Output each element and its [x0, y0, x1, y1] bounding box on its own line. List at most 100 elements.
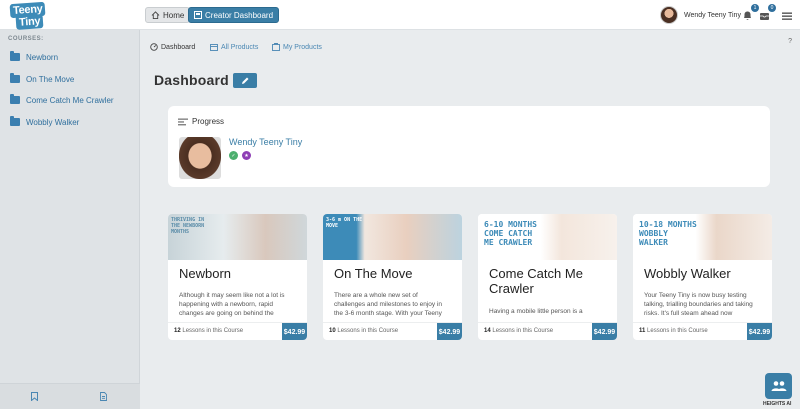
- edit-dashboard-button[interactable]: [233, 73, 257, 88]
- sidebar-item-label: Come Catch Me Crawler: [26, 95, 114, 105]
- lesson-count-number: 11: [639, 328, 646, 334]
- notifications-bell[interactable]: 1: [742, 4, 759, 20]
- course-image: THRIVING IN THE NEWBORN MONTHS: [168, 214, 307, 260]
- course-image-tag: 6-10 MONTHS COME CATCH ME CRAWLER: [484, 220, 537, 247]
- heights-ai-chat-button[interactable]: [765, 373, 792, 399]
- progress-title: Progress: [192, 117, 225, 126]
- course-title[interactable]: Wobbly Walker: [644, 266, 768, 281]
- course-footer: 14 Lessons in this Course $42.99: [478, 322, 617, 340]
- course-card-on-the-move[interactable]: 3-6 m ON THE MOVE On The Move There are …: [323, 214, 462, 340]
- sidebar: COURSES: Newborn On The Move Come Catch …: [0, 30, 140, 409]
- sidebar-footer: [0, 383, 140, 409]
- lesson-count-label: Lessons in this Course: [182, 328, 244, 334]
- people-icon: [771, 381, 786, 391]
- sidebar-item-label: Newborn: [26, 52, 59, 62]
- course-title[interactable]: On The Move: [334, 266, 458, 281]
- tab-all-products-label: All Products: [221, 43, 259, 51]
- messages-badge: 0: [768, 4, 776, 12]
- top-bar: Teeny Tiny Home Creator Dashboard Wendy …: [0, 0, 800, 30]
- sidebar-item-newborn[interactable]: Newborn: [10, 50, 58, 64]
- creator-dashboard-button[interactable]: Creator Dashboard: [188, 7, 280, 23]
- tab-my-products[interactable]: My Products: [272, 43, 322, 51]
- price-badge[interactable]: $42.99: [437, 323, 462, 340]
- tab-dashboard[interactable]: Dashboard: [150, 43, 195, 51]
- sidebar-item-on-the-move[interactable]: On The Move: [10, 72, 74, 86]
- user-name: Wendy Teeny Tiny: [684, 11, 741, 19]
- lesson-count: 11 Lessons in this Course: [639, 328, 708, 334]
- course-description: Having a mobile little person is a: [489, 308, 583, 315]
- lesson-count-number: 14: [484, 328, 491, 334]
- course-image: 3-6 m ON THE MOVE: [323, 214, 462, 260]
- folder-icon: [10, 94, 20, 104]
- price-badge[interactable]: $42.99: [282, 323, 307, 340]
- course-card-wobbly-walker[interactable]: 10-18 MONTHS WOBBLY WALKER Wobbly Walker…: [633, 214, 772, 340]
- bookmark-icon[interactable]: [31, 392, 38, 401]
- heights-ai-label: HEIGHTS AI: [763, 401, 792, 407]
- logo-text-line2: Tiny: [15, 14, 44, 30]
- sidebar-item-wobbly-walker[interactable]: Wobbly Walker: [10, 115, 79, 129]
- achievement-badge-purple: ★: [242, 151, 251, 160]
- sidebar-item-come-catch-me-crawler[interactable]: Come Catch Me Crawler: [10, 93, 114, 107]
- bell-icon: [744, 11, 751, 20]
- progress-list-icon: [178, 118, 188, 125]
- folder-icon: [10, 51, 20, 61]
- lesson-count-number: 10: [329, 328, 336, 334]
- folder-icon: [10, 116, 20, 126]
- help-button[interactable]: ?: [788, 38, 792, 45]
- creator-dashboard-label: Creator Dashboard: [205, 10, 274, 20]
- course-footer: 10 Lessons in this Course $42.99: [323, 322, 462, 340]
- document-icon[interactable]: [100, 392, 107, 401]
- progress-user-name[interactable]: Wendy Teeny Tiny: [229, 137, 302, 147]
- achievement-badge-green: ✓: [229, 151, 238, 160]
- products-icon: [210, 44, 218, 51]
- inbox-icon: [760, 13, 769, 20]
- notifications-badge: 1: [751, 4, 759, 12]
- course-description: Although it may seem like not a lot is h…: [179, 292, 285, 317]
- course-footer: 11 Lessons in this Course $42.99: [633, 322, 772, 340]
- lesson-count-label: Lessons in this Course: [337, 328, 399, 334]
- course-card-come-catch-me-crawler[interactable]: 6-10 MONTHS COME CATCH ME CRAWLER Come C…: [478, 214, 617, 340]
- course-image-tag: THRIVING IN THE NEWBORN MONTHS: [171, 217, 205, 235]
- dashboard-gauge-icon: [150, 43, 158, 51]
- course-description: Your Teeny Tiny is now busy testing talk…: [644, 292, 753, 317]
- progress-heading: Progress: [178, 117, 224, 126]
- course-title[interactable]: Come Catch Me Crawler: [489, 266, 613, 296]
- lesson-count-number: 12: [174, 328, 181, 334]
- hamburger-icon: [782, 12, 792, 20]
- messages-button[interactable]: 0: [759, 4, 776, 20]
- course-image-tag: 3-6 m ON THE MOVE: [326, 217, 363, 229]
- folder-icon: [10, 73, 20, 83]
- teeny-tiny-logo[interactable]: Teeny Tiny: [9, 1, 52, 30]
- course-card-newborn[interactable]: THRIVING IN THE NEWBORN MONTHS Newborn A…: [168, 214, 307, 340]
- pencil-icon: [241, 77, 248, 84]
- user-menu[interactable]: Wendy Teeny Tiny: [660, 6, 741, 24]
- avatar: [660, 6, 678, 24]
- course-image: 10-18 MONTHS WOBBLY WALKER: [633, 214, 772, 260]
- hamburger-menu-button[interactable]: [782, 8, 794, 20]
- home-icon: [151, 11, 160, 19]
- course-description: There are a whole new set of challenges …: [334, 292, 443, 317]
- home-button-label: Home: [163, 10, 185, 20]
- lesson-count-label: Lessons in this Course: [647, 328, 708, 334]
- home-button[interactable]: Home: [145, 7, 191, 23]
- sidebar-heading: COURSES:: [8, 36, 44, 42]
- page-title: Dashboard: [154, 72, 229, 88]
- progress-card: Progress Wendy Teeny Tiny ✓ ★: [168, 106, 770, 187]
- lesson-count: 14 Lessons in this Course: [484, 328, 553, 334]
- sub-navigation: Dashboard All Products My Products ?: [140, 30, 800, 62]
- lesson-count-label: Lessons in this Course: [492, 328, 554, 334]
- course-image-tag: 10-18 MONTHS WOBBLY WALKER: [639, 220, 697, 247]
- tab-dashboard-label: Dashboard: [161, 43, 196, 51]
- lesson-count: 12 Lessons in this Course: [174, 328, 243, 334]
- price-badge[interactable]: $42.99: [747, 323, 772, 340]
- price-badge[interactable]: $42.99: [592, 323, 617, 340]
- lesson-count: 10 Lessons in this Course: [329, 328, 398, 334]
- dashboard-icon: [194, 11, 202, 19]
- course-title[interactable]: Newborn: [179, 266, 303, 281]
- tab-all-products[interactable]: All Products: [210, 43, 258, 51]
- sidebar-item-label: On The Move: [26, 74, 75, 84]
- tab-my-products-label: My Products: [283, 43, 322, 51]
- course-footer: 12 Lessons in this Course $42.99: [168, 322, 307, 340]
- my-products-icon: [272, 43, 280, 51]
- course-image: 6-10 MONTHS COME CATCH ME CRAWLER: [478, 214, 617, 260]
